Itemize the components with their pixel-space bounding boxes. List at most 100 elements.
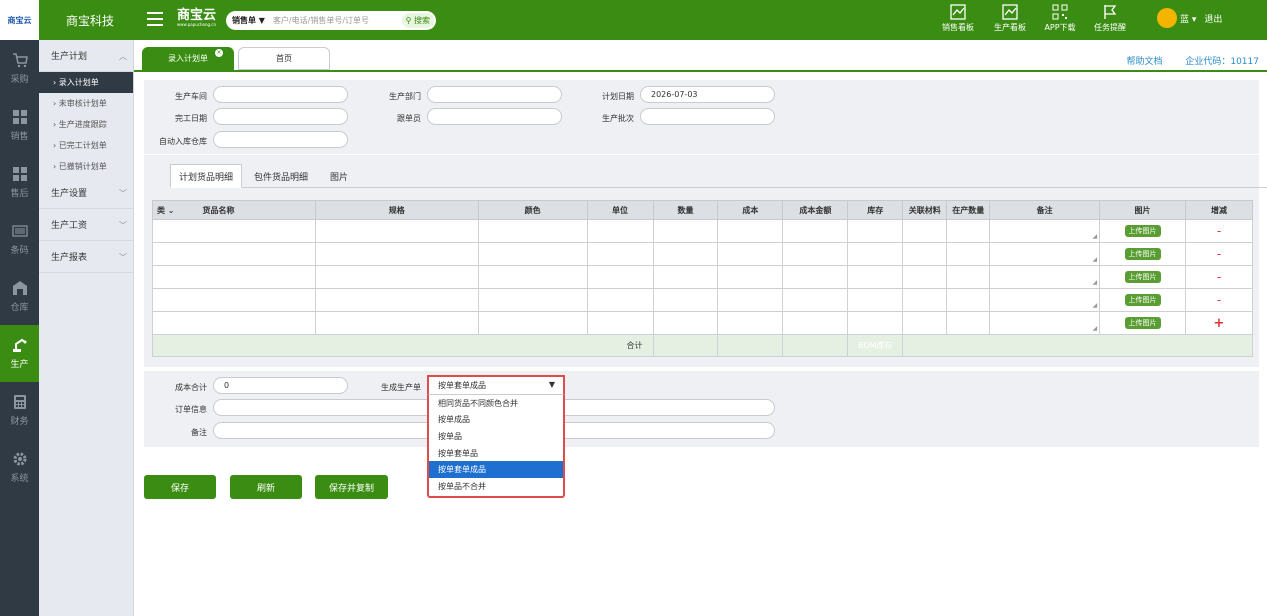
cell-unit[interactable]: [586, 242, 654, 266]
cell-qty[interactable]: [652, 265, 719, 289]
cell-note[interactable]: ◢: [989, 265, 1101, 289]
resize-grip-icon[interactable]: ◢: [1092, 279, 1097, 286]
remove-row-button[interactable]: -: [1217, 293, 1221, 307]
refresh-button[interactable]: 刷新: [230, 475, 302, 499]
save-button[interactable]: 保存: [144, 475, 216, 499]
cell-spec[interactable]: [314, 265, 479, 289]
auto-warehouse-field[interactable]: [213, 131, 348, 148]
submenu-item-revoked[interactable]: › 已撤销计划单: [39, 156, 133, 177]
tab-images[interactable]: 图片: [322, 164, 356, 188]
hamburger-menu-icon[interactable]: [147, 12, 163, 26]
upload-image-button[interactable]: 上传图片: [1124, 294, 1161, 306]
help-link[interactable]: 帮助文档: [1126, 57, 1162, 67]
close-icon[interactable]: ×: [215, 49, 223, 57]
search-input[interactable]: 客户/电话/销售单号/订单号: [273, 15, 383, 26]
cell-name[interactable]: [152, 242, 316, 266]
upload-image-button[interactable]: 上传图片: [1124, 248, 1161, 260]
cell-color[interactable]: [477, 265, 588, 289]
cell-cost[interactable]: [717, 288, 784, 312]
dept-field[interactable]: [427, 86, 562, 103]
logout-link[interactable]: 退出: [1204, 12, 1222, 25]
follower-field[interactable]: [427, 108, 562, 125]
cell-name[interactable]: [152, 311, 316, 335]
submenu-item-progress[interactable]: › 生产进度跟踪: [39, 114, 133, 135]
user-name[interactable]: 蓝 ▾: [1180, 12, 1196, 25]
option-by-order-finished[interactable]: 按单成品: [429, 412, 563, 429]
tab-enter-plan[interactable]: 录入计划单 ×: [142, 47, 234, 70]
remove-row-button[interactable]: -: [1217, 224, 1221, 238]
option-by-item[interactable]: 按单品: [429, 428, 563, 445]
upload-image-button[interactable]: 上传图片: [1124, 225, 1161, 237]
search-button[interactable]: ⚲ 搜索: [401, 13, 434, 28]
nav-item-purchase[interactable]: 采购: [0, 40, 39, 97]
plan-date-field[interactable]: 2026-07-03: [640, 86, 775, 103]
remove-row-button[interactable]: -: [1217, 270, 1221, 284]
option-by-set-finished[interactable]: 按单套单成品: [429, 461, 563, 478]
resize-grip-icon[interactable]: ◢: [1092, 302, 1097, 309]
upload-image-button[interactable]: 上传图片: [1124, 317, 1161, 329]
cell-color[interactable]: [477, 242, 588, 266]
cell-qty[interactable]: [652, 311, 719, 335]
cell-spec[interactable]: [314, 288, 479, 312]
resize-grip-icon[interactable]: ◢: [1092, 325, 1097, 332]
cell-material[interactable]: [902, 219, 948, 243]
nav-item-finance[interactable]: 财务: [0, 382, 39, 439]
submenu-item-unaudited[interactable]: › 未审核计划单: [39, 93, 133, 114]
cell-material[interactable]: [902, 242, 948, 266]
app-download-button[interactable]: APP下载: [1036, 4, 1084, 33]
nav-item-sales[interactable]: 销售: [0, 97, 39, 154]
production-board-button[interactable]: 生产看板: [986, 4, 1034, 33]
tab-home[interactable]: 首页: [238, 47, 330, 70]
cell-unit[interactable]: [586, 288, 654, 312]
resize-grip-icon[interactable]: ◢: [1092, 256, 1097, 263]
cell-qty[interactable]: [652, 219, 719, 243]
submenu-group-settings[interactable]: 生产设置 ﹀: [39, 177, 133, 209]
cell-qty[interactable]: [652, 242, 719, 266]
submenu-group-reports[interactable]: 生产报表 ﹀: [39, 241, 133, 273]
cell-name[interactable]: [152, 219, 316, 243]
cell-note[interactable]: ◢: [989, 219, 1101, 243]
resize-grip-icon[interactable]: ◢: [1092, 233, 1097, 240]
cell-note[interactable]: ◢: [989, 242, 1101, 266]
cell-spec[interactable]: [314, 242, 479, 266]
add-row-button[interactable]: +: [1214, 316, 1225, 331]
cell-spec[interactable]: [314, 311, 479, 335]
cell-material[interactable]: [902, 288, 948, 312]
submenu-item-finished[interactable]: › 已完工计划单: [39, 135, 133, 156]
upload-image-button[interactable]: 上传图片: [1124, 271, 1161, 283]
user-menu[interactable]: 蓝 ▾ 退出: [1157, 8, 1222, 28]
nav-item-aftersales[interactable]: 售后: [0, 154, 39, 211]
gen-order-select[interactable]: 按单套单成品 ▼: [427, 375, 565, 394]
cost-total-field[interactable]: 0: [213, 377, 348, 394]
option-by-item-no-merge[interactable]: 按单品不合并: [429, 478, 563, 495]
nav-item-system[interactable]: 系统: [0, 439, 39, 496]
sales-board-button[interactable]: 销售看板: [934, 4, 982, 33]
tab-package-items[interactable]: 包件货品明细: [246, 164, 316, 188]
cell-spec[interactable]: [314, 219, 479, 243]
cell-color[interactable]: [477, 219, 588, 243]
nav-item-production[interactable]: 生产: [0, 325, 39, 382]
cell-unit[interactable]: [586, 265, 654, 289]
cell-note[interactable]: ◢: [989, 311, 1101, 335]
cell-note[interactable]: ◢: [989, 288, 1101, 312]
batch-field[interactable]: [640, 108, 775, 125]
cell-unit[interactable]: [586, 219, 654, 243]
option-merge-same-item[interactable]: 相同货品不同颜色合并: [429, 395, 563, 412]
option-by-set-item[interactable]: 按单套单品: [429, 445, 563, 462]
submenu-group-plan[interactable]: 生产计划 ︿: [39, 40, 133, 72]
cell-cost[interactable]: [717, 311, 784, 335]
cell-color[interactable]: [477, 311, 588, 335]
submenu-item-enter-plan[interactable]: › 录入计划单: [39, 72, 133, 93]
tab-plan-items[interactable]: 计划货品明细: [170, 164, 243, 188]
cell-cost[interactable]: [717, 219, 784, 243]
submenu-group-wages[interactable]: 生产工资 ﹀: [39, 209, 133, 241]
cell-qty[interactable]: [652, 288, 719, 312]
logo[interactable]: 商宝云: [0, 0, 39, 40]
col-category[interactable]: 类 ⌄ 货品名称: [152, 200, 316, 220]
cell-material[interactable]: [902, 311, 948, 335]
bom-stock-button[interactable]: BOM库存: [847, 334, 904, 357]
cell-unit[interactable]: [586, 311, 654, 335]
remove-row-button[interactable]: -: [1217, 247, 1221, 261]
cell-cost[interactable]: [717, 265, 784, 289]
save-copy-button[interactable]: 保存并复制: [315, 475, 388, 499]
